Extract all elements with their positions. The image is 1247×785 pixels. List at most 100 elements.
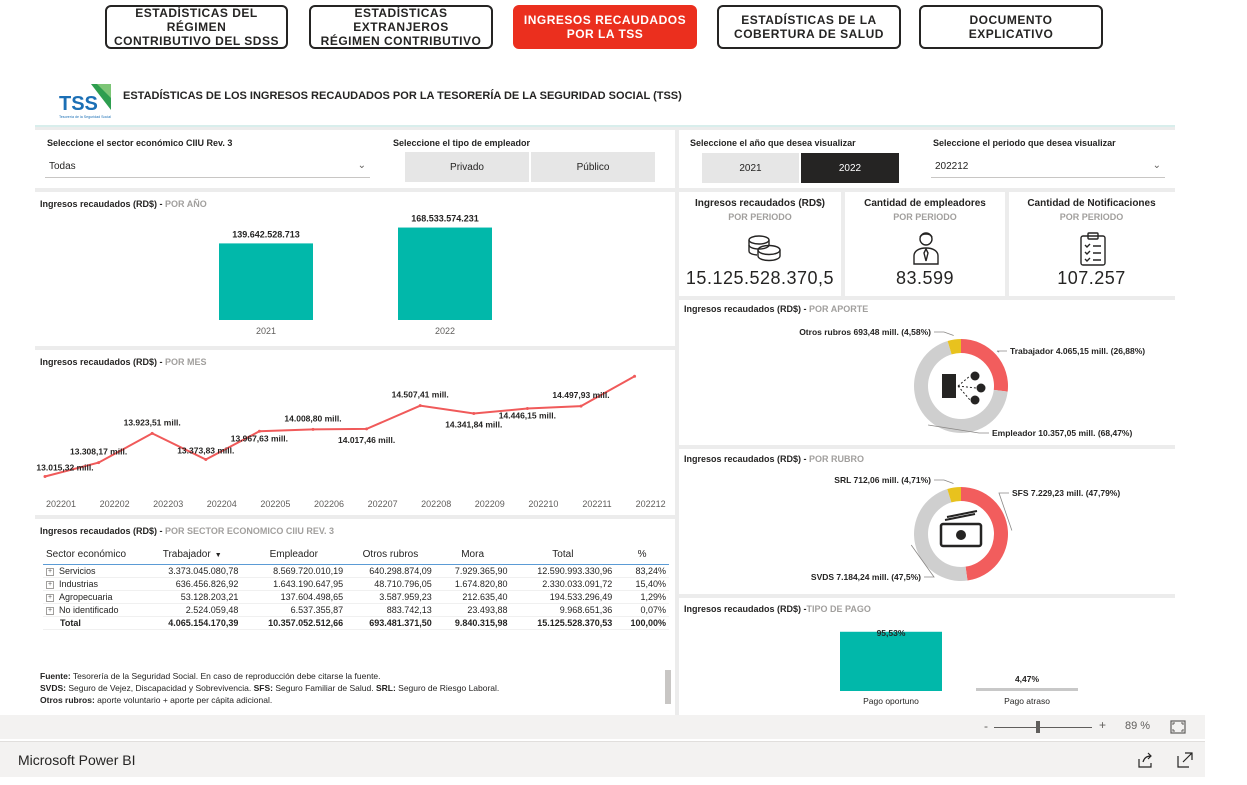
footnote-scrollbar[interactable] <box>665 670 671 704</box>
bar-pago-atraso <box>976 688 1078 691</box>
employer-option-privado[interactable]: Privado <box>405 152 529 182</box>
banknote-stack-icon <box>944 510 978 521</box>
table-total-row: Total 4.065.154.170,39 10.357.052.512,66 6… <box>43 616 669 630</box>
sector-dropdown[interactable]: Todas ⌄ <box>45 156 370 178</box>
data-label: SFS 7.229,23 mill. (47,79%) <box>1012 488 1120 498</box>
divider <box>35 127 1175 130</box>
sector-slicer-label: Seleccione el sector económico CIIU Rev.… <box>47 138 233 148</box>
data-label: 14.341,84 mill. <box>445 420 502 430</box>
x-tick-label: 202208 <box>421 499 451 509</box>
data-label: 13.308,17 mill. <box>70 447 127 457</box>
employer-slicer-label: Seleccione el tipo de empleador <box>393 138 531 148</box>
nav-button-ingresos-recaudados[interactable]: INGRESOS RECAUDADOS POR LA TSS <box>513 5 697 49</box>
nav-button-documento-explicativo[interactable]: DOCUMENTO EXPLICATIVO <box>919 5 1103 49</box>
bar-2021 <box>219 243 313 320</box>
zoom-out-button[interactable]: - <box>984 719 988 733</box>
fit-to-page-icon[interactable] <box>1170 720 1186 734</box>
expand-fullscreen-icon[interactable] <box>1176 751 1194 769</box>
x-tick-label: 202207 <box>368 499 398 509</box>
kpi-notifications-value: 107.257 <box>1057 268 1126 288</box>
logo-text: TSS <box>59 93 98 115</box>
column-header-mora[interactable]: Mora <box>434 545 511 565</box>
table-row: + Servicios 3.373.045.080,78 8.569.720.010… <box>43 564 669 578</box>
zoom-bar: - + 89 % <box>0 715 1205 739</box>
x-tick-label: 2021 <box>256 326 276 336</box>
month-line-chart: 13.015,32 mill. 202201 13.308,17 mill. 2022… <box>36 370 665 509</box>
leader-line <box>934 331 954 336</box>
kpi-notifications-sub: POR PERIODO <box>1059 212 1124 222</box>
leader-line <box>934 479 954 484</box>
data-label: Trabajador 4.065,15 mill. (26,88%) <box>1010 346 1145 356</box>
kpi-income-title: Ingresos recaudados (RD$) <box>694 198 826 209</box>
data-label: Otros rubros 693,48 mill. (4,58%) <box>799 327 931 337</box>
by-contribution-title: Ingresos recaudados (RD$) - POR APORTE <box>684 304 869 314</box>
data-label: 139.642.528.713 <box>232 229 300 239</box>
expand-icon[interactable]: + <box>46 580 54 589</box>
divider <box>35 515 675 519</box>
footnote: Fuente: Tesorería de la Seguridad Social… <box>40 671 500 705</box>
tss-logo: TSS Tesorería de la Seguridad Social <box>57 82 113 122</box>
x-tick-label: 202211 <box>582 499 611 509</box>
table-row: + Industrias 636.456.826,92 1.643.190.647,… <box>43 577 669 591</box>
year-bar-chart: 139.642.528.713 2021 168.533.574.231 2022 <box>219 214 492 336</box>
page-title: ESTADÍSTICAS DE LOS INGRESOS RECAUDADOS … <box>123 90 682 102</box>
share-icon[interactable] <box>1136 751 1154 769</box>
donut-slice-sfs <box>961 487 1008 581</box>
table-header-row: Sector económico Trabajador ▼ Empleador O… <box>43 545 669 565</box>
data-label: 14.017,46 mill. <box>338 435 395 445</box>
column-header-total[interactable]: Total <box>510 545 616 565</box>
expand-icon[interactable]: + <box>46 606 54 615</box>
year-option-2022[interactable]: 2022 <box>801 153 899 183</box>
x-tick-label: Pago oportuno <box>863 696 919 706</box>
column-header-sector[interactable]: Sector económico <box>43 545 143 565</box>
zoom-slider-thumb[interactable] <box>1036 721 1040 733</box>
data-label: 13.373,83 mill. <box>177 445 234 455</box>
sector-dropdown-value: Todas <box>49 161 76 172</box>
powerbi-brand[interactable]: Microsoft Power BI <box>18 752 135 768</box>
data-point <box>204 457 208 461</box>
x-tick-label: Pago atraso <box>1004 696 1050 706</box>
data-point <box>365 427 369 431</box>
nav-button-regimen-contributivo[interactable]: ESTADÍSTICAS DEL RÉGIMEN CONTRIBUTIVO DE… <box>105 5 288 49</box>
zoom-level: 89 % <box>1125 720 1151 732</box>
column-header-percent[interactable]: % <box>615 545 669 565</box>
data-label: 14.446,15 mill. <box>499 411 556 421</box>
bar-2022 <box>398 227 492 320</box>
nav-button-extranjeros[interactable]: ESTADÍSTICAS EXTRANJEROS RÉGIMEN CONTRIB… <box>309 5 493 49</box>
zoom-slider-track[interactable] <box>994 727 1092 728</box>
nav-button-cobertura-salud[interactable]: ESTADÍSTICAS DE LA COBERTURA DE SALUD <box>717 5 901 49</box>
data-point <box>97 461 101 465</box>
data-label: 14.008,80 mill. <box>284 413 341 423</box>
bar-pago-oportuno <box>840 631 942 691</box>
data-label: 168.533.574.231 <box>411 214 479 224</box>
donut-slice-trabajador <box>961 339 1008 392</box>
person-node-icon <box>970 395 980 405</box>
period-dropdown[interactable]: 202212 ⌄ <box>931 156 1165 178</box>
powerbi-footer: Microsoft Power BI <box>0 741 1205 777</box>
expand-icon[interactable]: + <box>46 593 54 602</box>
payment-bar-chart: 95,53% Pago oportuno 4,47% Pago atraso <box>840 628 1078 706</box>
column-header-empleador[interactable]: Empleador <box>241 545 347 565</box>
zoom-in-button[interactable]: + <box>1099 718 1106 732</box>
column-header-trabajador[interactable]: Trabajador ▼ <box>143 545 242 565</box>
chevron-down-icon: ⌄ <box>357 160 366 171</box>
x-tick-label: 202210 <box>528 499 558 509</box>
year-option-2021[interactable]: 2021 <box>702 153 799 183</box>
data-point <box>579 404 583 408</box>
divider <box>679 594 1175 598</box>
employer-option-publico[interactable]: Público <box>531 152 655 182</box>
sort-descending-icon: ▼ <box>214 552 222 559</box>
data-point <box>150 431 154 435</box>
data-label: 14.497,93 mill. <box>552 390 609 400</box>
top-navigation: ESTADÍSTICAS DEL RÉGIMEN CONTRIBUTIVO DE… <box>0 0 1247 60</box>
divider <box>35 188 1175 192</box>
column-header-otros-rubros[interactable]: Otros rubros <box>346 545 435 565</box>
expand-icon[interactable]: + <box>46 567 54 576</box>
data-label: 13.967,63 mill. <box>231 433 288 443</box>
table-row: + No identificado 2.524.059,48 6.537.355,8… <box>43 603 669 617</box>
report-canvas: TSS Tesorería de la Seguridad Social EST… <box>35 72 1175 715</box>
x-tick-label: 202209 <box>475 499 505 509</box>
divider <box>35 346 675 350</box>
kpi-income-sub: POR PERIODO <box>728 212 792 222</box>
table-row: + Agropecuaria 53.128.203,21 137.604.498,6… <box>43 590 669 604</box>
